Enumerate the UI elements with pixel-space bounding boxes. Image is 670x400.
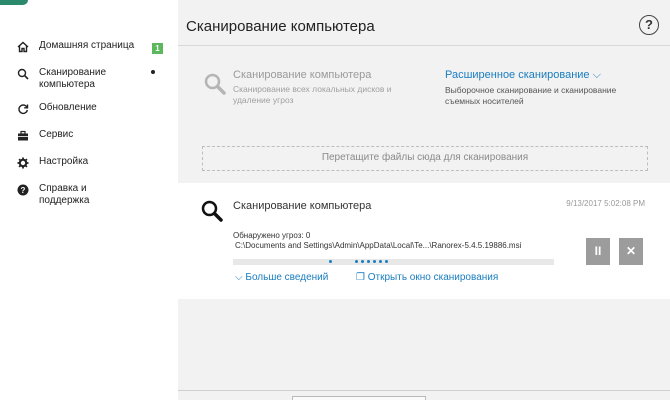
scan-timestamp: 9/13/2017 5:02:08 PM (566, 199, 645, 208)
pause-button[interactable]: II (586, 238, 610, 265)
drop-zone[interactable]: Перетащите файлы сюда для сканирования (202, 146, 648, 171)
sidebar-item-label: Обновление (39, 102, 97, 113)
sidebar-item-settings[interactable]: Настройка (0, 156, 178, 183)
briefcase-icon (17, 130, 29, 142)
progress-dot (361, 260, 364, 263)
advanced-scan-link[interactable]: Расширенное сканирование ⌵ (445, 69, 635, 82)
home-icon (17, 41, 29, 53)
svg-text:?: ? (21, 186, 26, 195)
sidebar-item-service[interactable]: Сервис (0, 129, 178, 156)
progress-dot (373, 260, 376, 263)
help-icon: ? (17, 184, 29, 196)
scan-title: Сканирование компьютера (233, 200, 372, 212)
sidebar: Домашняя страница 1 Сканирование компьют… (0, 0, 178, 400)
gear-icon (17, 157, 29, 169)
page-title: Сканирование компьютера (186, 18, 375, 35)
divider (178, 45, 670, 46)
stop-button[interactable]: ✕ (619, 238, 643, 265)
sidebar-item-help[interactable]: ? Справка и поддержка (0, 183, 178, 210)
sidebar-item-home[interactable]: Домашняя страница 1 (0, 40, 178, 67)
current-file-path: C:\Documents and Settings\Admin\AppData\… (235, 241, 522, 250)
computer-scan-option[interactable]: Сканирование компьютера Сканирование все… (233, 69, 413, 106)
link-label: Больше сведений (245, 272, 329, 283)
search-icon (200, 199, 224, 228)
footer-button[interactable] (292, 396, 426, 400)
divider (178, 390, 670, 391)
sidebar-item-label: Справка и поддержка (39, 183, 90, 206)
help-button[interactable]: ? (639, 15, 659, 35)
option-description: Сканирование всех локальных дисков и уда… (233, 84, 392, 105)
main-panel: Сканирование компьютера ? Сканирование к… (178, 0, 670, 400)
sidebar-item-computer-scan[interactable]: Сканирование компьютера (0, 67, 178, 102)
search-icon (203, 72, 227, 101)
page-header: Сканирование компьютера ? (178, 0, 670, 46)
progress-dot (385, 260, 388, 263)
progress-bar (233, 259, 554, 265)
window-icon: ❐ (356, 272, 365, 283)
scan-progress-card: Сканирование компьютера 9/13/2017 5:02:0… (178, 183, 670, 299)
option-description: Выборочное сканирование и сканирование с… (445, 85, 617, 106)
more-info-link[interactable]: ⌵ Больше сведений (235, 272, 328, 283)
threats-count: Обнаружено угроз: 0 (233, 231, 311, 240)
sidebar-item-update[interactable]: Обновление (0, 102, 178, 129)
progress-dot (379, 260, 382, 263)
advanced-scan-option[interactable]: Расширенное сканирование ⌵ Выборочное ск… (445, 69, 635, 107)
link-label: Открыть окно сканирования (367, 272, 499, 283)
progress-dot (355, 260, 358, 263)
search-icon (17, 68, 29, 80)
option-title: Сканирование компьютера (233, 69, 372, 81)
open-scan-window-link[interactable]: ❐ Открыть окно сканирования (356, 272, 498, 283)
active-indicator (151, 70, 155, 74)
sidebar-item-label: Настройка (39, 156, 89, 167)
refresh-icon (17, 103, 29, 115)
sidebar-nav: Домашняя страница 1 Сканирование компьют… (0, 40, 178, 210)
chevron-down-icon: ⌵ (235, 272, 243, 283)
option-title: Расширенное сканирование (445, 69, 590, 81)
sidebar-item-label: Домашняя страница (39, 40, 135, 51)
progress-dot (329, 260, 332, 263)
sidebar-item-label: Сканирование компьютера (39, 67, 107, 90)
logo (0, 0, 28, 5)
sidebar-item-label: Сервис (39, 129, 74, 140)
chevron-down-icon: ⌵ (592, 69, 601, 81)
progress-dot (367, 260, 370, 263)
notification-badge: 1 (152, 43, 163, 54)
